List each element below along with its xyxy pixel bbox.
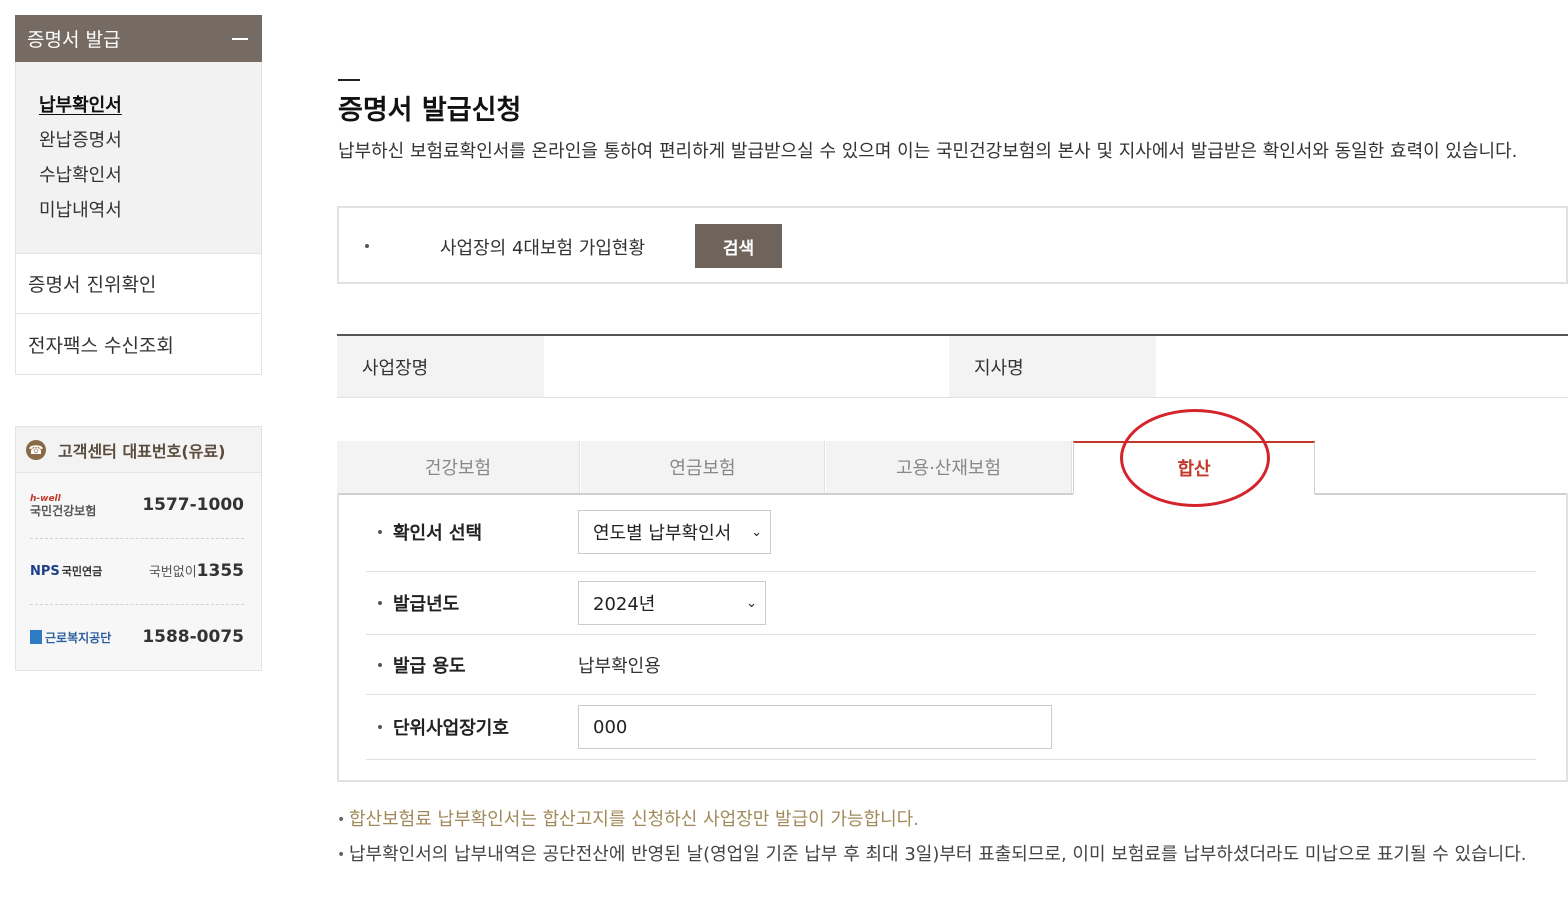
sidebar-item-full-payment-cert[interactable]: 완납증명서	[39, 123, 261, 158]
cert-select-dropdown[interactable]: 연도별 납부확인서 ⌄	[578, 510, 771, 554]
collapse-icon[interactable]	[232, 37, 248, 40]
business-name-value	[544, 336, 949, 397]
contact-row-comwel: 근로복지공단 1588-0075	[30, 604, 244, 670]
year-select-dropdown[interactable]: 2024년 ⌄	[578, 581, 766, 625]
comwel-logo-mark	[30, 630, 42, 644]
bullet-icon	[378, 662, 382, 667]
search-label: 사업장의 4대보험 가입현황	[440, 238, 646, 259]
tab-health[interactable]: 건강보험	[337, 441, 580, 493]
year-label: 발급년도	[366, 590, 578, 616]
cert-select-label-text: 확인서 선택	[393, 523, 483, 544]
customer-center: ☎ 고객센터 대표번호(유료) h-well 국민건강보험 1577-1000 …	[15, 426, 262, 671]
contact-row-nps: NPS 국민연금 국번없이1355	[30, 538, 244, 605]
year-select-value: 2024년	[593, 594, 656, 615]
bullet-icon	[365, 244, 369, 248]
business-info-table: 사업장명 지사명	[337, 334, 1568, 398]
customer-center-header: ☎ 고객센터 대표번호(유료)	[16, 427, 261, 473]
branch-name-value	[1156, 336, 1568, 397]
sidebar: 증명서 발급 납부확인서 완납증명서 수납확인서 미납내역서 증명서 진위확인 …	[15, 15, 262, 375]
note-payment-delay: 납부확인서의 납부내역은 공단전산에 반영된 날(영업일 기준 납부 후 최대 …	[337, 841, 1562, 869]
comwel-logo-text: 근로복지공단	[45, 630, 112, 645]
notes: 합산보험료 납부확인서는 합산고지를 신청하신 사업장만 발급이 가능합니다. …	[337, 806, 1562, 869]
purpose-label: 발급 용도	[366, 652, 578, 678]
sidebar-item-unpaid-details[interactable]: 미납내역서	[39, 193, 261, 228]
unit-code-label-text: 단위사업장기호	[393, 718, 509, 739]
purpose-label-text: 발급 용도	[393, 655, 466, 677]
row-purpose: 발급 용도 납부확인용	[366, 635, 1536, 695]
chevron-down-icon: ⌄	[746, 595, 757, 611]
comwel-logo: 근로복지공단	[30, 629, 111, 646]
insurance-tabs: 건강보험 연금보험 고용·산재보험 합산	[337, 441, 1568, 495]
issue-form: 확인서 선택 연도별 납부확인서 ⌄ 발급년도 2024년 ⌄ 발급 용도 납부…	[337, 493, 1568, 782]
sidebar-item-cert-verify[interactable]: 증명서 진위확인	[15, 253, 262, 314]
unit-code-label: 단위사업장기호	[366, 714, 578, 740]
contact-row-nhis: h-well 국민건강보험 1577-1000	[30, 472, 244, 539]
nps-number-prefix: 국번없이	[148, 565, 197, 580]
bullet-icon	[378, 601, 382, 605]
note-combined-only: 합산보험료 납부확인서는 합산고지를 신청하신 사업장만 발급이 가능합니다.	[337, 806, 1562, 834]
row-year: 발급년도 2024년 ⌄	[366, 572, 1536, 635]
row-cert-select: 확인서 선택 연도별 납부확인서 ⌄	[366, 493, 1536, 572]
sidebar-item-payment-confirmation[interactable]: 납부확인서	[39, 88, 261, 123]
search-box: 사업장의 4대보험 가입현황 검색	[337, 206, 1568, 284]
nhis-logo: h-well 국민건강보험	[30, 493, 96, 517]
nps-logo-text: 국민연금	[61, 565, 103, 578]
nhis-logo-text: 국민건강보험	[30, 504, 97, 518]
page-title: 증명서 발급신청	[338, 95, 522, 126]
bullet-icon	[378, 530, 382, 534]
comwel-number: 1588-0075	[142, 627, 244, 647]
year-label-text: 발급년도	[393, 594, 460, 615]
sidebar-item-efax-inquiry[interactable]: 전자팩스 수신조회	[15, 314, 262, 375]
page: 증명서 발급 납부확인서 완납증명서 수납확인서 미납내역서 증명서 진위확인 …	[0, 0, 1568, 912]
nps-logo: NPS 국민연금	[30, 563, 102, 579]
sidebar-item-receipt-confirmation[interactable]: 수납확인서	[39, 158, 261, 193]
unit-code-input[interactable]: 000	[578, 705, 1052, 749]
customer-center-title: 고객센터 대표번호(유료)	[58, 441, 226, 461]
nhis-number: 1577-1000	[142, 495, 244, 515]
cert-select-label: 확인서 선택	[366, 519, 578, 545]
bullet-icon	[378, 725, 382, 729]
nps-number: 국번없이1355	[149, 561, 244, 581]
page-description: 납부하신 보험료확인서를 온라인을 통하여 편리하게 발급받으실 수 있으며 이…	[338, 141, 1518, 162]
nps-number-value: 1355	[196, 561, 244, 581]
search-button[interactable]: 검색	[695, 224, 782, 268]
sidebar-header-label: 증명서 발급	[27, 29, 121, 51]
tab-employment-accident[interactable]: 고용·산재보험	[826, 441, 1072, 493]
phone-icon: ☎	[26, 439, 46, 460]
sidebar-header[interactable]: 증명서 발급	[15, 15, 262, 62]
row-unit-code: 단위사업장기호 000	[366, 695, 1536, 760]
title-decoration	[338, 79, 360, 81]
nps-logo-top: NPS	[30, 563, 60, 579]
purpose-value: 납부확인용	[578, 655, 661, 677]
tab-pension[interactable]: 연금보험	[581, 441, 825, 493]
chevron-down-icon: ⌄	[751, 524, 762, 540]
branch-name-label: 지사명	[949, 336, 1156, 397]
cert-select-value: 연도별 납부확인서	[593, 523, 732, 544]
sidebar-submenu: 납부확인서 완납증명서 수납확인서 미납내역서	[15, 62, 262, 253]
business-name-label: 사업장명	[337, 336, 544, 397]
